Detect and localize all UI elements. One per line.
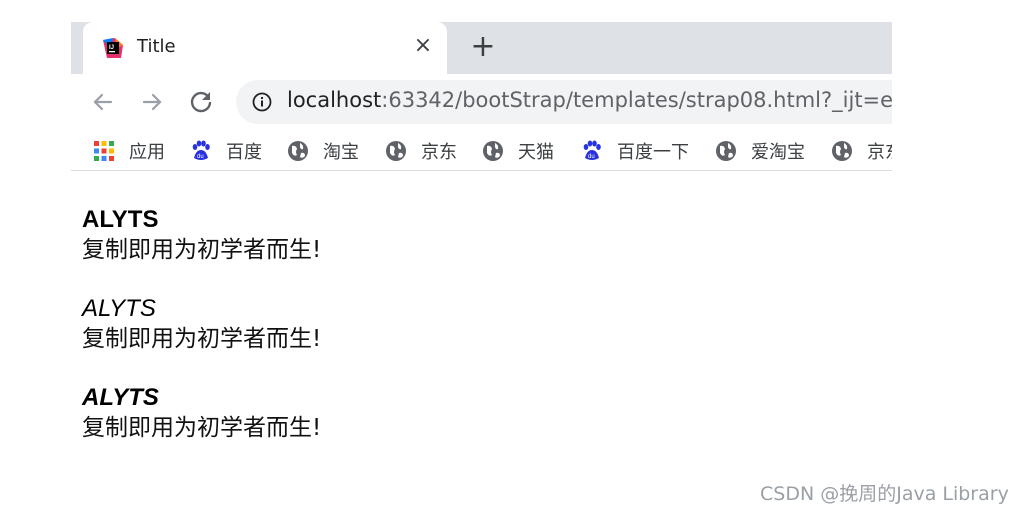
svg-text:du: du — [588, 154, 595, 160]
bookmark-taobao[interactable]: 淘宝 — [287, 140, 359, 163]
csdn-watermark: CSDN @挽周的Java Library — [760, 483, 1009, 505]
browser-window: IJ Title × + localhost:63342/bootStrap/t… — [71, 22, 892, 179]
back-arrow-icon[interactable] — [89, 88, 117, 116]
heading-bold: ALYTS — [82, 206, 159, 233]
content-block-bold: ALYTS 复制即用为初学者而生! — [82, 205, 321, 265]
reload-icon[interactable] — [187, 88, 215, 116]
globe-icon — [483, 141, 503, 161]
bookmark-label: 淘宝 — [323, 142, 359, 163]
bookmark-apps[interactable]: 应用 — [93, 140, 165, 163]
bookmark-ai-taobao[interactable]: 爱淘宝 — [715, 140, 805, 163]
bookmark-tmall[interactable]: 天猫 — [482, 140, 554, 163]
heading-italic: ALYTS — [82, 295, 156, 322]
bookmark-baidu-search[interactable]: du 百度一下 — [581, 140, 689, 163]
tab-close-icon[interactable]: × — [412, 35, 434, 57]
address-bar[interactable]: localhost:63342/bootStrap/templates/stra… — [236, 80, 892, 124]
baidu-paw-icon: du — [583, 140, 601, 160]
content-block-italic: ALYTS 复制即用为初学者而生! — [82, 294, 321, 354]
baidu-paw-icon: du — [192, 140, 210, 160]
bookmark-jd[interactable]: 京东 — [385, 140, 457, 163]
toolbar: localhost:63342/bootStrap/templates/stra… — [71, 74, 892, 130]
tab-active[interactable]: IJ Title × — [83, 22, 447, 74]
globe-icon — [288, 141, 308, 161]
globe-icon — [832, 141, 852, 161]
bookmark-label: 京东 — [421, 142, 457, 163]
globe-icon — [716, 141, 736, 161]
forward-arrow-icon[interactable] — [138, 88, 166, 116]
svg-text:IJ: IJ — [109, 45, 114, 51]
apps-grid-icon — [94, 141, 114, 161]
description-text: 复制即用为初学者而生! — [82, 237, 322, 263]
address-url[interactable]: localhost:63342/bootStrap/templates/stra… — [287, 88, 892, 112]
bookmark-baidu[interactable]: du 百度 — [190, 140, 262, 163]
jetbrains-favicon-icon: IJ — [103, 38, 123, 58]
description-text: 复制即用为初学者而生! — [82, 326, 322, 352]
svg-text:du: du — [197, 154, 204, 160]
page-content: ALYTS 复制即用为初学者而生! ALYTS 复制即用为初学者而生! ALYT… — [82, 205, 321, 443]
bookmark-jd-2[interactable]: 京东 — [831, 140, 892, 163]
bookmark-label: 爱淘宝 — [751, 142, 805, 163]
content-block-bold-italic: ALYTS 复制即用为初学者而生! — [82, 383, 321, 443]
bookmark-label: 百度 — [226, 142, 262, 163]
bookmark-label: 应用 — [129, 142, 165, 163]
globe-icon — [386, 141, 406, 161]
bookmarks-bar: 应用 du 百度 淘宝 京东 天猫 du 百度一下 爱淘宝 京 — [71, 130, 892, 171]
url-host: localhost — [287, 88, 382, 112]
tab-strip: IJ Title × + — [71, 22, 892, 74]
heading-bold-italic: ALYTS — [82, 384, 159, 411]
url-path: :63342/bootStrap/templates/strap08.html?… — [381, 88, 892, 112]
description-text: 复制即用为初学者而生! — [82, 415, 322, 441]
bookmark-label: 天猫 — [518, 142, 554, 163]
tab-title: Title — [137, 36, 176, 57]
new-tab-button[interactable]: + — [470, 32, 496, 62]
bookmark-label: 京东 — [867, 142, 892, 163]
bookmark-label: 百度一下 — [617, 142, 689, 163]
site-info-icon[interactable] — [252, 92, 272, 112]
